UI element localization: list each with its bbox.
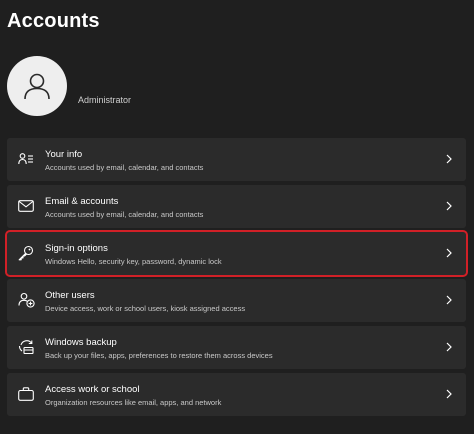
- people-add-icon: [17, 291, 35, 309]
- mail-icon: [17, 197, 35, 215]
- settings-list: Your info Accounts used by email, calend…: [5, 138, 468, 420]
- key-icon: [17, 244, 35, 262]
- page-title: Accounts: [7, 10, 100, 32]
- item-title: Your info: [45, 149, 83, 160]
- user-icon: [24, 73, 50, 100]
- chevron-right-icon: [444, 247, 454, 259]
- chevron-right-icon: [444, 153, 454, 165]
- chevron-right-icon: [444, 200, 454, 212]
- item-subtitle: Accounts used by email, calendar, and co…: [45, 210, 204, 219]
- settings-item-other-users[interactable]: Other users Device access, work or schoo…: [7, 279, 466, 322]
- item-title: Windows backup: [45, 337, 117, 348]
- chevron-right-icon: [444, 294, 454, 306]
- item-title: Email & accounts: [45, 196, 119, 207]
- settings-item-windows-backup[interactable]: Windows backup Back up your files, apps,…: [7, 326, 466, 369]
- settings-item-email-accounts[interactable]: Email & accounts Accounts used by email,…: [7, 185, 466, 228]
- item-subtitle: Organization resources like email, apps,…: [45, 398, 222, 407]
- settings-item-sign-in-options[interactable]: Sign-in options Windows Hello, security …: [5, 230, 468, 277]
- avatar[interactable]: [7, 56, 67, 116]
- chevron-right-icon: [444, 388, 454, 400]
- item-title: Sign-in options: [45, 243, 108, 254]
- item-title: Access work or school: [45, 384, 140, 395]
- settings-item-your-info[interactable]: Your info Accounts used by email, calend…: [7, 138, 466, 181]
- settings-item-access-work-school[interactable]: Access work or school Organization resou…: [7, 373, 466, 416]
- chevron-right-icon: [444, 341, 454, 353]
- person-card-icon: [17, 150, 35, 168]
- briefcase-icon: [17, 385, 35, 403]
- item-subtitle: Device access, work or school users, kio…: [45, 304, 246, 313]
- item-subtitle: Back up your files, apps, preferences to…: [45, 351, 273, 360]
- account-name: Administrator: [78, 95, 132, 105]
- accounts-page: Accounts Administrator Your info Account…: [0, 0, 474, 434]
- item-subtitle: Windows Hello, security key, password, d…: [45, 257, 222, 266]
- item-subtitle: Accounts used by email, calendar, and co…: [45, 163, 204, 172]
- backup-icon: [17, 338, 35, 356]
- item-title: Other users: [45, 290, 95, 301]
